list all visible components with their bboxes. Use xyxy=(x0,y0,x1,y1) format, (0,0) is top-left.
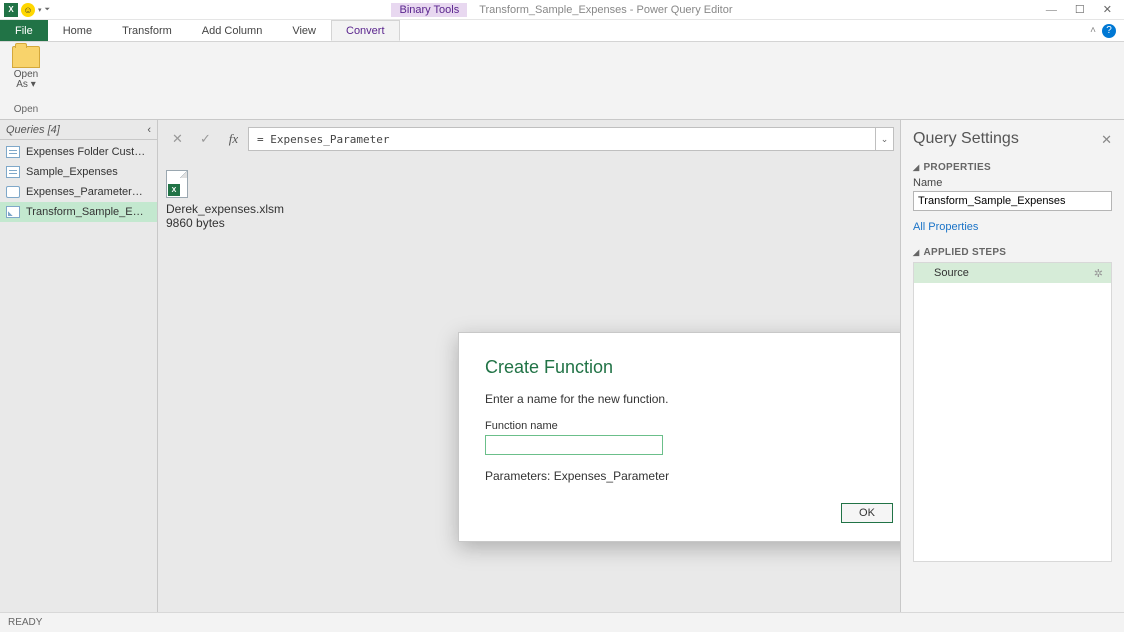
query-label: Expenses_Parameter… xyxy=(26,186,143,198)
qat-split-icon: ⏷ xyxy=(45,6,51,14)
table-icon xyxy=(6,146,20,158)
statusbar: READY xyxy=(0,612,1124,632)
query-name-input[interactable] xyxy=(913,191,1112,211)
query-label: Sample_Expenses xyxy=(26,166,118,178)
collapse-queries-icon[interactable]: ‹ xyxy=(147,124,151,136)
query-item[interactable]: Sample_Expenses xyxy=(0,162,157,182)
file-preview: X Derek_expenses.xlsm 9860 bytes xyxy=(158,158,900,242)
main-area: Queries [4] ‹ Expenses Folder Cust… Samp… xyxy=(0,120,1124,612)
queries-panel: Queries [4] ‹ Expenses Folder Cust… Samp… xyxy=(0,120,158,612)
folder-icon xyxy=(12,46,40,68)
gear-icon[interactable]: ✲ xyxy=(1094,267,1103,280)
properties-section-label: ◢ PROPERTIES xyxy=(913,162,1112,173)
ribbon-group-label: Open xyxy=(14,104,38,115)
tab-add-column[interactable]: Add Column xyxy=(187,20,278,41)
settings-title: Query Settings xyxy=(913,130,1112,148)
transform-icon xyxy=(6,206,20,218)
query-settings-panel: ✕ Query Settings ◢ PROPERTIES Name All P… xyxy=(900,120,1124,612)
close-button[interactable]: ✕ xyxy=(1103,3,1112,16)
parameter-icon xyxy=(6,186,20,198)
query-label: Transform_Sample_E… xyxy=(26,206,144,218)
center-panel: ✕ ✓ fx = Expenses_Parameter ⌄ X Derek_ex… xyxy=(158,120,900,612)
step-label: Source xyxy=(934,267,969,279)
function-name-label: Function name xyxy=(485,420,955,432)
dialog-description: Enter a name for the new function. xyxy=(485,392,955,406)
fx-icon[interactable]: fx xyxy=(220,127,248,151)
ribbon-group-open: Open As ▾ Open xyxy=(8,46,44,115)
dialog-title: Create Function xyxy=(485,357,955,378)
tab-transform[interactable]: Transform xyxy=(107,20,187,41)
app-icon: X xyxy=(4,3,18,17)
titlebar: X ☺ ▾ ⏷ Binary Tools Transform_Sample_Ex… xyxy=(0,0,1124,20)
open-as-button[interactable]: Open As ▾ xyxy=(12,46,40,90)
dialog-parameters: Parameters: Expenses_Parameter xyxy=(485,469,955,483)
tab-file[interactable]: File xyxy=(0,20,48,41)
formula-bar: ✕ ✓ fx = Expenses_Parameter ⌄ xyxy=(164,126,894,152)
expand-icon[interactable]: ◢ xyxy=(913,248,919,257)
ok-button[interactable]: OK xyxy=(841,503,893,523)
ribbon-tabs: File Home Transform Add Column View Conv… xyxy=(0,20,1124,42)
close-settings-icon[interactable]: ✕ xyxy=(1101,132,1112,148)
query-item[interactable]: Expenses Folder Cust… xyxy=(0,142,157,162)
file-size: 9860 bytes xyxy=(166,216,892,230)
query-item[interactable]: Transform_Sample_E… xyxy=(0,202,157,222)
file-name: Derek_expenses.xlsm xyxy=(166,202,892,216)
applied-steps-list: Source ✲ xyxy=(913,262,1112,562)
applied-steps-section-label: ◢ APPLIED STEPS xyxy=(913,247,1112,258)
table-icon xyxy=(6,166,20,178)
function-name-input[interactable] xyxy=(485,435,663,455)
minimize-button[interactable]: — xyxy=(1046,4,1057,16)
qat-dropdown-icon[interactable]: ▾ xyxy=(38,6,42,14)
tab-home[interactable]: Home xyxy=(48,20,107,41)
name-field-label: Name xyxy=(913,177,1112,189)
window-title: Transform_Sample_Expenses - Power Query … xyxy=(479,4,732,16)
query-label: Expenses Folder Cust… xyxy=(26,146,145,158)
applied-step-item[interactable]: Source ✲ xyxy=(914,263,1111,283)
tab-convert[interactable]: Convert xyxy=(331,20,400,41)
queries-header-label: Queries [4] xyxy=(6,124,60,136)
status-ready: READY xyxy=(8,617,42,628)
formula-input[interactable]: = Expenses_Parameter xyxy=(248,127,876,151)
cancel-formula-icon[interactable]: ✕ xyxy=(164,127,192,151)
ribbon-body: Open As ▾ Open xyxy=(0,42,1124,120)
ribbon-collapse-icon[interactable]: ˄ xyxy=(1090,25,1096,36)
accept-formula-icon[interactable]: ✓ xyxy=(192,127,220,151)
contextual-tabset-label: Binary Tools xyxy=(391,3,467,17)
query-item[interactable]: Expenses_Parameter… xyxy=(0,182,157,202)
all-properties-link[interactable]: All Properties xyxy=(913,221,1112,233)
help-icon[interactable]: ? xyxy=(1102,24,1116,38)
formula-dropdown-icon[interactable]: ⌄ xyxy=(876,127,894,151)
feedback-icon[interactable]: ☺ xyxy=(21,3,35,17)
tab-view[interactable]: View xyxy=(277,20,331,41)
excel-file-icon: X xyxy=(166,170,188,198)
queries-header: Queries [4] ‹ xyxy=(0,120,157,140)
expand-icon[interactable]: ◢ xyxy=(913,163,919,172)
maximize-button[interactable]: ☐ xyxy=(1075,3,1085,16)
